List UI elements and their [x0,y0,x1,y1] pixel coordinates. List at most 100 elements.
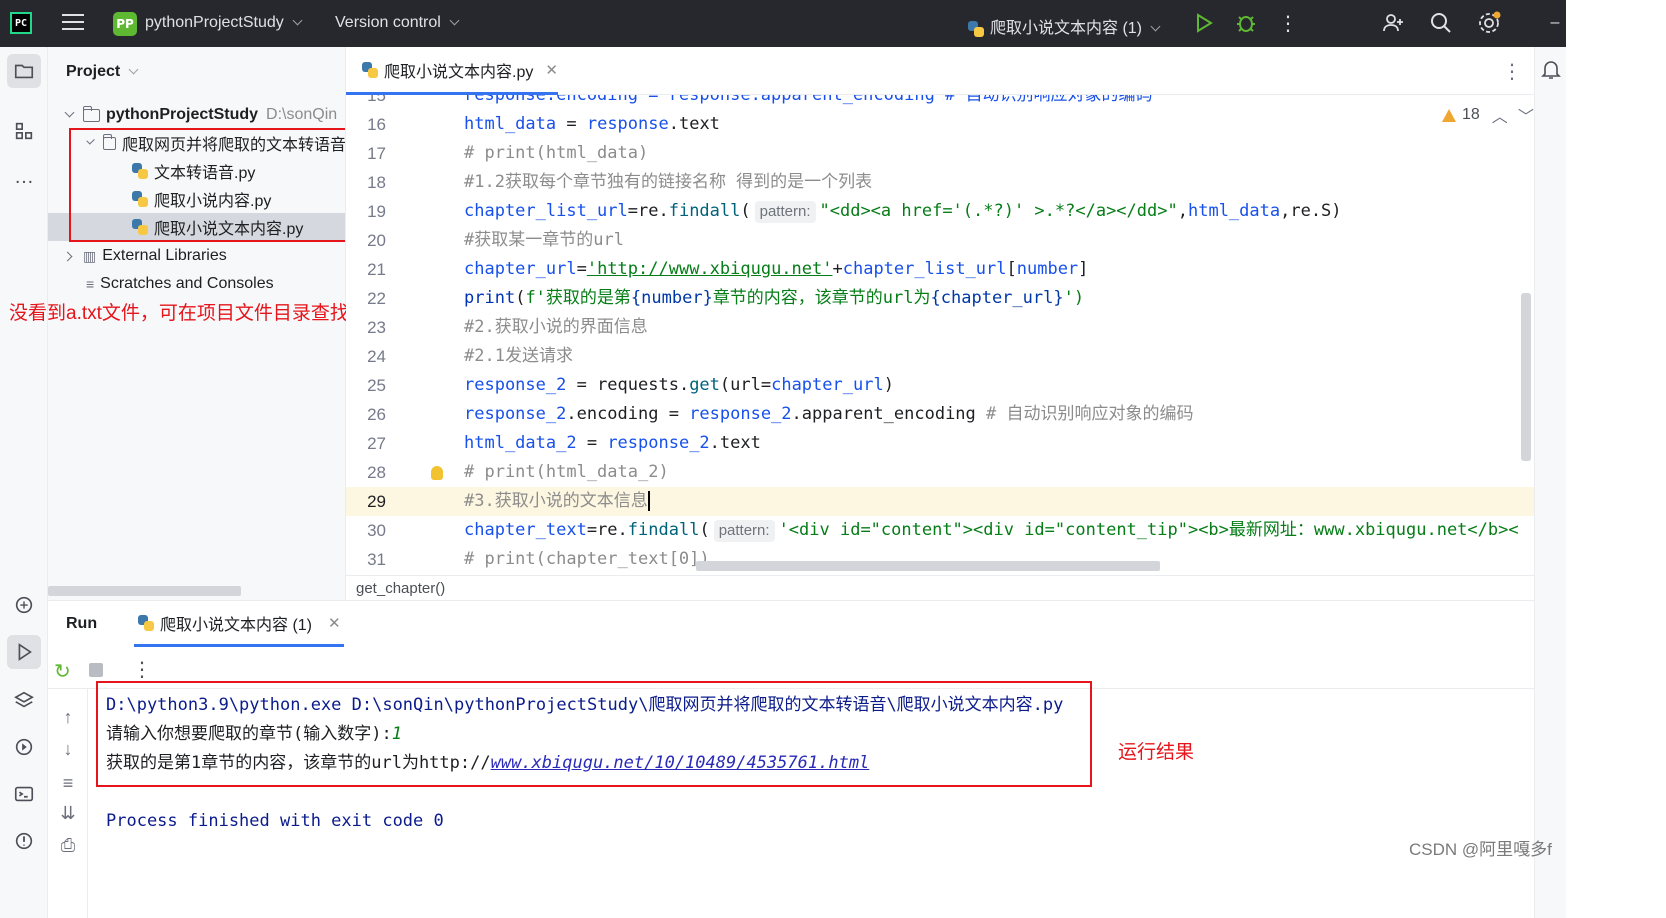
editor-tab-label: 爬取小说文本内容.py [384,63,534,81]
settings-gear-icon[interactable] [1476,10,1502,36]
project-tool-icon[interactable] [7,54,41,88]
code-token: .text [668,114,720,134]
print-icon[interactable]: ⎙ [58,835,78,855]
project-switcher[interactable]: pythonProjectStudy [145,14,303,32]
code-line: 19 chapter_list_url=re.findall(pattern: "… [346,197,1534,226]
code-comment: #获取某一章节的url [464,230,624,250]
run-side-toolbar: ↑ ↓ ≡ ⇊ ⎙ [48,689,88,918]
code-token: ( [699,520,710,540]
layers-tool-icon[interactable] [7,683,41,717]
stop-icon[interactable] [89,663,103,677]
line-number: 25 [367,376,386,395]
code-line: 26 response_2.encoding = response_2.appa… [346,400,1534,429]
code-token: html_data_2 [464,433,577,453]
chevron-down-icon [292,15,303,26]
code-token: = [576,259,587,279]
code-token: =re. [627,201,669,221]
services-tool-icon[interactable] [7,730,41,764]
annotation-note-project: 没看到a.txt文件，可在项目文件目录查找 [9,303,349,324]
run-tab-label: 爬取小说文本内容 (1) [160,616,313,634]
code-token: number [1016,259,1079,279]
run-tool-icon[interactable] [7,635,41,669]
soft-wrap-icon[interactable]: ≡ [58,773,78,793]
project-panel-title[interactable]: Project [66,63,139,81]
chevron-down-icon [1150,21,1161,32]
line-number: 29 [367,492,386,511]
run-config-selector[interactable]: 爬取小说文本内容 (1) [968,14,1161,38]
terminal-tool-icon[interactable] [7,777,41,811]
tree-scratches[interactable]: ≡ Scratches and Consoles [48,270,345,298]
lightbulb-icon[interactable] [431,466,443,480]
code-comment: #2.1发送请求 [464,346,573,366]
tree-root[interactable]: pythonProjectStudy D:\sonQin [48,101,345,129]
scroll-up-icon[interactable]: ↑ [58,707,78,727]
scroll-down-icon[interactable]: ↓ [58,739,78,759]
editor-horizontal-scrollbar[interactable] [696,561,1160,571]
code-token: chapter_url [771,375,884,395]
code-string: "<dd><a href='(.*?)' >.*?</a></dd>" [819,201,1178,221]
python-file-icon [968,20,984,37]
warnings-indicator[interactable]: 18 ︿ ﹀ [1442,103,1534,127]
rerun-icon[interactable]: ↻ [54,659,71,684]
parameter-hint: pattern: [713,520,775,542]
code-token: =re. [586,520,628,540]
add-user-icon[interactable] [1380,10,1406,36]
more-vertical-icon[interactable]: ⋮ [1275,10,1301,36]
code-comment: # print(html_data) [464,143,649,163]
problems-tool-icon[interactable] [7,824,41,858]
code-line: 27 html_data_2 = response_2.text [346,429,1534,458]
close-tab-icon[interactable]: ✕ [328,614,341,632]
debug-icon[interactable] [1233,10,1259,36]
editor-vertical-scrollbar[interactable] [1521,293,1531,461]
code-token: print [464,288,516,308]
expand-arrow-icon[interactable] [64,107,75,117]
line-number: 19 [367,202,386,221]
line-number: 21 [367,260,386,279]
code-token: response_2 [607,433,710,453]
code-string: 章节的内容，该章节的url为 [712,288,931,308]
expand-arrow-icon[interactable] [62,251,73,261]
hamburger-menu-icon[interactable] [62,14,84,35]
editor-tab-active[interactable]: 爬取小说文本内容.py ✕ [346,47,558,95]
tree-external-libraries[interactable]: ▥ External Libraries [48,242,345,270]
code-token: findall [668,201,741,221]
code-token: response_2 [464,375,567,395]
close-tab-icon[interactable]: ✕ [545,61,558,79]
more-tools-icon[interactable]: … [7,160,41,194]
line-number: 30 [367,521,386,540]
line-number: 26 [367,405,386,424]
version-control-menu[interactable]: Version control [335,14,460,32]
minimize-icon[interactable]: – [1542,10,1568,36]
code-token: , [1177,201,1188,221]
run-tab-active[interactable]: 爬取小说文本内容 (1) ✕ [134,601,344,647]
code-token: = [556,114,587,134]
code-token: .apparent_encoding [791,404,987,424]
editor-more-icon[interactable]: ⋮ [1502,59,1522,84]
code-token: findall [627,520,700,540]
horizontal-scrollbar[interactable] [48,586,241,596]
scroll-to-end-icon[interactable]: ⇊ [58,803,78,823]
code-token: ,re.S) [1280,201,1342,221]
code-area[interactable]: 15 response.encoding = response.apparent… [346,95,1534,575]
search-icon[interactable] [1428,10,1454,36]
chevron-up-icon[interactable]: ︿ [1492,103,1508,127]
structure-tool-icon[interactable] [7,114,41,148]
pycharm-logo-icon: PC [10,12,32,34]
left-tool-strip: … [0,47,48,918]
project-badge[interactable]: PP [113,12,137,36]
editor-breadcrumb[interactable]: get_chapter() [346,575,1534,600]
code-token: chapter_list_url [842,259,1007,279]
python-console-icon[interactable] [7,588,41,622]
line-number: 23 [367,318,386,337]
notifications-bell-icon[interactable] [1541,59,1561,86]
warning-icon [1442,108,1456,122]
code-token: = requests. [566,375,690,395]
run-icon[interactable] [1191,10,1217,36]
code-token: ] [1078,259,1089,279]
project-panel-title-label: Project [66,63,121,80]
more-vertical-icon[interactable]: ⋮ [132,657,152,682]
chevron-down-icon[interactable]: ﹀ [1518,103,1534,127]
line-number: 20 [367,231,386,250]
code-line: 22 print(f'获取的是第{number}章节的内容，该章节的url为{c… [346,284,1534,313]
line-number: 22 [367,289,386,308]
